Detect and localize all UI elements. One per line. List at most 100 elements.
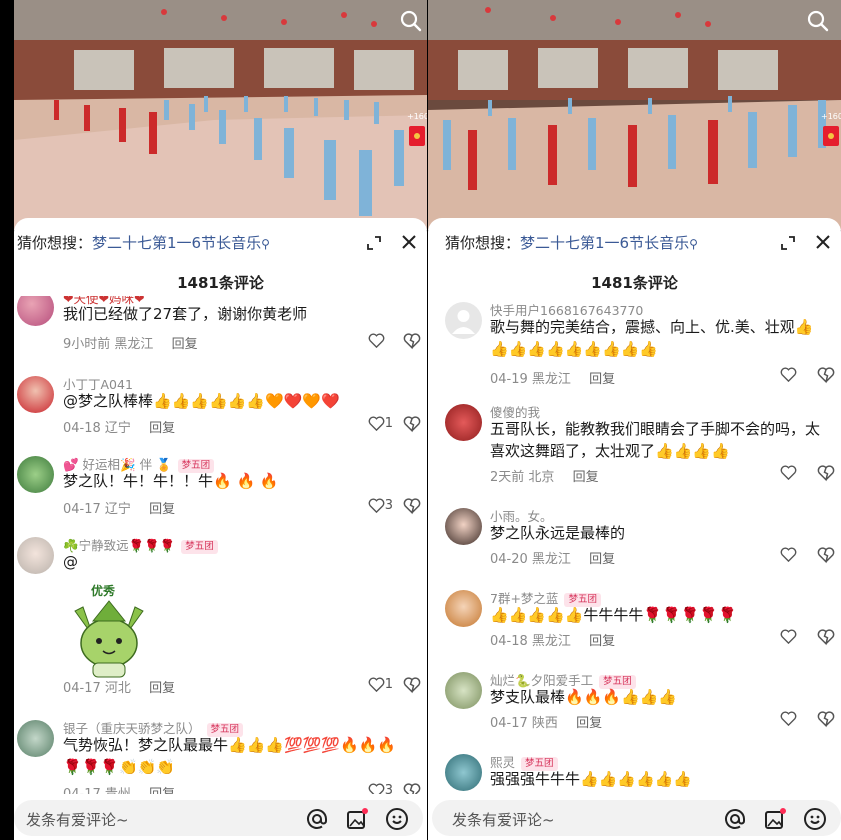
search-icon[interactable] [400, 10, 422, 32]
comment-count: 1481条评论 [177, 274, 264, 292]
heart-icon [368, 333, 385, 349]
like-button[interactable] [780, 464, 797, 481]
comment-time: 2天前 [490, 470, 525, 485]
comment-text: 气势恢弘！梦之队最最牛👍👍👍💯💯💯🔥🔥🔥🌹🌹🌹👏👏👏 [63, 736, 397, 776]
reply-button[interactable]: 回复 [589, 552, 615, 567]
comment-meta: 04-18 辽宁 回复 [63, 417, 175, 436]
broken-heart-icon[interactable] [817, 546, 835, 564]
comment-input[interactable]: 发条有爱评论~ [14, 800, 423, 836]
comment-time: 9小时前 [63, 337, 111, 352]
right-panel: +160 猜你想搜：梦二十七第1一6节长音乐⚲ 1481条评论 快手用户1668… [428, 0, 841, 840]
image-icon[interactable] [345, 807, 369, 831]
suggest-keyword[interactable]: 梦二十七第1一6节长音乐 [520, 234, 689, 252]
comment-input[interactable]: 发条有爱评论~ [432, 800, 841, 836]
broken-heart-icon[interactable] [403, 415, 421, 433]
reply-button[interactable]: 回复 [149, 681, 175, 696]
red-packet[interactable]: +160 [407, 112, 427, 148]
image-icon[interactable] [763, 807, 787, 831]
default-avatar-icon [452, 310, 475, 334]
reply-button[interactable]: 回复 [576, 716, 602, 731]
like-button[interactable] [780, 546, 797, 563]
avatar[interactable] [445, 672, 482, 709]
comment-list[interactable]: ❤天使❤妈咪❤ 我们已经做了27套了，谢谢你黄老师 9小时前 黑龙江 回复 小丁… [14, 296, 427, 796]
comment-text: 歌与舞的完美结合，震撼、向上、优.美、壮观👍👍👍👍👍👍👍👍👍👍 [490, 318, 814, 358]
comment-text: 强强强牛牛牛👍👍👍👍👍👍 [490, 770, 693, 788]
red-packet[interactable]: +160 [821, 112, 841, 148]
reply-button[interactable]: 回复 [172, 337, 198, 352]
reply-button[interactable]: 回复 [589, 372, 615, 387]
avatar[interactable] [17, 376, 54, 413]
close-icon[interactable] [401, 234, 417, 250]
avatar[interactable] [17, 720, 54, 757]
avatar[interactable] [445, 508, 482, 545]
broken-heart-icon[interactable] [817, 628, 835, 646]
comment-item: 快手用户1668167643770 歌与舞的完美结合，震撼、向上、优.美、壮观👍… [428, 302, 841, 387]
comment-item: 小雨。女。 梦之队永远是最棒的 04-20 黑龙江 回复 [428, 508, 841, 578]
at-mention-icon[interactable] [723, 807, 747, 831]
sticker-image[interactable]: 优秀 [63, 581, 155, 681]
avatar[interactable] [445, 302, 482, 339]
like-button[interactable] [780, 710, 797, 727]
suggest-keyword[interactable]: 梦二十七第1一6节长音乐 [92, 234, 261, 252]
search-suggestion[interactable]: 猜你想搜：梦二十七第1一6节长音乐⚲ [445, 232, 698, 253]
comment-item: 熙灵 梦五团 强强强牛牛牛👍👍👍👍👍👍 [428, 754, 841, 796]
like-button[interactable]: 1 [368, 415, 393, 432]
like-button[interactable] [780, 628, 797, 645]
heart-icon [780, 465, 797, 481]
comment-sheet: 猜你想搜：梦二十七第1一6节长音乐⚲ 1481条评论 ❤天使❤妈咪❤ 我们已经做… [14, 218, 427, 840]
reply-button[interactable]: 回复 [589, 634, 615, 649]
comment-list[interactable]: 快手用户1668167643770 歌与舞的完美结合，震撼、向上、优.美、壮观👍… [428, 296, 841, 796]
reply-button[interactable]: 回复 [149, 502, 175, 517]
comment-text: 我们已经做了27套了，谢谢你黄老师 [63, 305, 308, 323]
comment-item: 银子（重庆天骄梦之队） 梦五团 气势恢弘！梦之队最最牛👍👍👍💯💯💯🔥🔥🔥🌹🌹🌹👏👏… [14, 720, 427, 796]
like-button[interactable] [368, 332, 385, 349]
close-icon[interactable] [815, 234, 831, 250]
broken-heart-icon[interactable] [817, 464, 835, 482]
suggest-search-icon: ⚲ [261, 237, 270, 251]
at-mention-icon[interactable] [305, 807, 329, 831]
avatar[interactable] [445, 754, 482, 791]
avatar[interactable] [17, 456, 54, 493]
comment-meta: 04-18 黑龙江 回复 [490, 630, 615, 649]
comment-time: 04-17 [490, 716, 528, 731]
emoji-icon[interactable] [385, 807, 409, 831]
comment-input-bar: 发条有爱评论~ [14, 794, 427, 840]
expand-icon[interactable] [781, 236, 795, 250]
like-button[interactable]: 1 [368, 676, 393, 693]
comment-text: 梦支队最棒🔥🔥🔥👍👍👍 [490, 688, 678, 706]
comment-item: ☘️宁静致远🌹🌹🌹 梦五团 @ 优秀 04-17 河北 回复 1 [14, 537, 427, 707]
comment-region: 陕西 [531, 716, 558, 731]
reply-button[interactable]: 回复 [149, 421, 175, 436]
emoji-icon[interactable] [803, 807, 827, 831]
comment-meta: 9小时前 黑龙江 回复 [63, 333, 198, 352]
comment-region: 黑龙江 [531, 552, 571, 567]
broken-heart-icon[interactable] [403, 676, 421, 694]
comment-meta: 04-19 黑龙江 回复 [490, 368, 615, 387]
avatar[interactable] [17, 296, 54, 326]
reply-button[interactable]: 回复 [573, 470, 599, 485]
comment-meta: 04-17 陕西 回复 [490, 712, 602, 731]
comment-item: 小丁丁A041 @梦之队棒棒👍👍👍👍👍👍🧡❤️🧡❤️ 04-18 辽宁 回复 1 [14, 374, 427, 449]
comment-region: 辽宁 [104, 421, 131, 436]
search-icon[interactable] [807, 10, 829, 32]
avatar[interactable] [17, 537, 54, 574]
broken-heart-icon[interactable] [817, 366, 835, 384]
avatar[interactable] [445, 590, 482, 627]
video-player[interactable]: +160 [14, 0, 427, 230]
like-button[interactable] [780, 366, 797, 383]
broken-heart-icon[interactable] [817, 710, 835, 728]
heart-icon [368, 677, 385, 693]
left-panel: +160 猜你想搜：梦二十七第1一6节长音乐⚲ 1481条评论 ❤天使❤妈咪❤ … [14, 0, 427, 840]
heart-icon [780, 367, 797, 383]
heart-icon [368, 498, 385, 514]
broken-heart-icon[interactable] [403, 497, 421, 515]
broken-heart-icon[interactable] [403, 332, 421, 350]
suggest-prefix: 猜你想搜： [445, 234, 521, 252]
comment-item: 💕 好运相🎉 伴 🏅 梦五团 梦之队！牛！牛！！牛🔥 🔥 🔥 04-17 辽宁 回… [14, 456, 427, 531]
like-count: 3 [384, 498, 393, 513]
search-suggestion[interactable]: 猜你想搜：梦二十七第1一6节长音乐⚲ [17, 232, 270, 253]
avatar[interactable] [445, 404, 482, 441]
expand-icon[interactable] [367, 236, 381, 250]
like-button[interactable]: 3 [368, 497, 393, 514]
video-player[interactable]: +160 [428, 0, 841, 230]
